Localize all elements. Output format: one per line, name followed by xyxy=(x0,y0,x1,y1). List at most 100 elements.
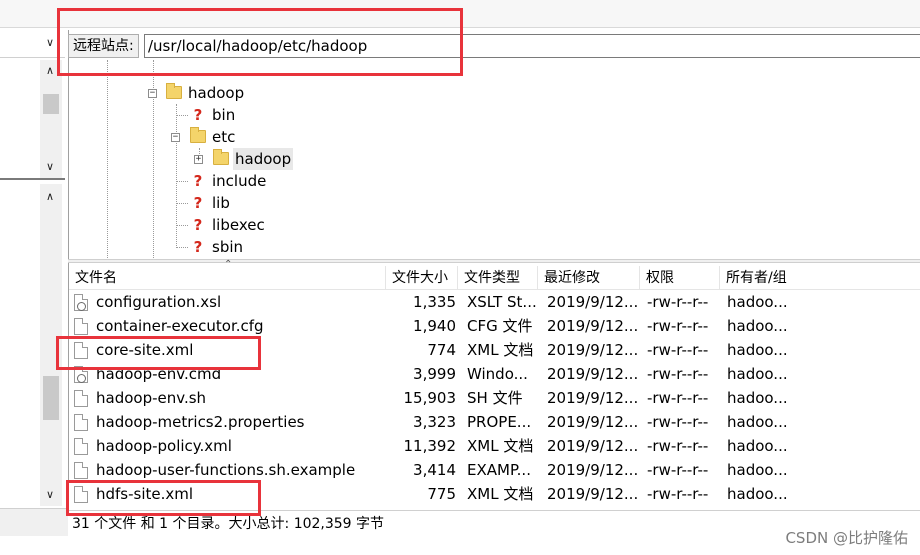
file-row[interactable]: hadoop-env.cmd 3,999 Windo... 2019/9/12.… xyxy=(69,362,920,386)
file-permissions: -rw-r--r-- xyxy=(647,413,709,431)
file-size: 15,903 xyxy=(403,389,457,407)
question-icon: ? xyxy=(193,106,203,124)
question-icon: ? xyxy=(193,172,203,190)
file-type: Windo... xyxy=(467,365,528,383)
file-size: 775 xyxy=(427,485,456,503)
folder-icon xyxy=(166,83,182,99)
file-icon xyxy=(74,438,88,455)
scroll-down-icon[interactable]: ∨ xyxy=(46,488,54,501)
file-owner: hadoo... xyxy=(727,461,788,479)
bottom-margin xyxy=(0,536,920,555)
file-icon xyxy=(74,318,88,335)
column-header-size[interactable]: 文件大小 xyxy=(386,266,458,290)
file-permissions: -rw-r--r-- xyxy=(647,365,709,383)
top-toolbar-strip xyxy=(0,0,920,28)
file-row[interactable]: container-executor.cfg 1,940 CFG 文件 2019… xyxy=(69,314,920,338)
file-icon xyxy=(74,390,88,407)
file-permissions: -rw-r--r-- xyxy=(647,485,709,503)
file-name: hadoop-env.cmd xyxy=(96,365,222,383)
scroll-thumb[interactable] xyxy=(43,94,59,114)
column-header-name[interactable]: 文件名 xyxy=(69,266,386,290)
tree-connector xyxy=(176,181,188,182)
file-name: hdfs-site.xml xyxy=(96,485,194,503)
file-modified: 2019/9/12... xyxy=(547,365,639,383)
file-owner: hadoo... xyxy=(727,413,788,431)
file-owner: hadoo... xyxy=(727,485,788,503)
tree-connector xyxy=(176,247,188,248)
remote-path-input[interactable]: /usr/local/hadoop/etc/hadoop xyxy=(144,34,920,58)
file-owner: hadoo... xyxy=(727,365,788,383)
watermark: CSDN @比护隆佑 xyxy=(785,529,908,547)
file-row[interactable]: core-site.xml 774 XML 文档 2019/9/12... -r… xyxy=(69,338,920,362)
file-row[interactable]: hdfs-site.xml 775 XML 文档 2019/9/12... -r… xyxy=(69,482,920,506)
file-modified: 2019/9/12... xyxy=(547,341,639,359)
remote-pane-splitter[interactable] xyxy=(68,259,920,263)
column-header-modified[interactable]: 最近修改 xyxy=(538,266,640,290)
file-type: XML 文档 xyxy=(467,485,534,503)
file-type: XSLT St... xyxy=(467,293,537,311)
column-header-owner[interactable]: 所有者/组 xyxy=(720,266,920,290)
file-permissions: -rw-r--r-- xyxy=(647,389,709,407)
scroll-up-icon[interactable]: ∧ xyxy=(46,64,54,77)
file-name: hadoop-metrics2.properties xyxy=(96,413,305,431)
file-size: 11,392 xyxy=(403,437,457,455)
folder-icon xyxy=(213,149,229,165)
file-modified: 2019/9/12... xyxy=(547,389,639,407)
file-size: 3,414 xyxy=(413,461,456,479)
file-size: 1,940 xyxy=(413,317,456,335)
file-row[interactable]: hadoop-metrics2.properties 3,323 PROPE..… xyxy=(69,410,920,434)
file-type: CFG 文件 xyxy=(467,317,533,335)
tree-connector xyxy=(176,115,188,116)
scroll-down-icon[interactable]: ∨ xyxy=(46,160,54,173)
file-type: PROPE... xyxy=(467,413,532,431)
file-owner: hadoo... xyxy=(727,341,788,359)
file-name: hadoop-policy.xml xyxy=(96,437,232,455)
file-row[interactable]: hadoop-env.sh 15,903 SH 文件 2019/9/12... … xyxy=(69,386,920,410)
file-type: XML 文档 xyxy=(467,437,534,455)
file-owner: hadoo... xyxy=(727,317,788,335)
file-type: XML 文档 xyxy=(467,341,534,359)
question-icon: ? xyxy=(193,194,203,212)
file-owner: hadoo... xyxy=(727,437,788,455)
question-icon: ? xyxy=(193,216,203,234)
file-name: container-executor.cfg xyxy=(96,317,264,335)
file-permissions: -rw-r--r-- xyxy=(647,341,709,359)
file-icon xyxy=(74,486,88,503)
scroll-up-icon[interactable]: ∧ xyxy=(46,190,54,203)
file-owner: hadoo... xyxy=(727,389,788,407)
local-status-bar xyxy=(0,508,68,536)
file-modified: 2019/9/12... xyxy=(547,413,639,431)
file-modified: 2019/9/12... xyxy=(547,437,639,455)
pane-splitter[interactable] xyxy=(0,178,65,180)
tree-connector xyxy=(176,104,177,248)
column-header-permissions[interactable]: 权限 xyxy=(640,266,720,290)
scroll-thumb[interactable] xyxy=(43,376,59,420)
column-header-type[interactable]: 文件类型 xyxy=(458,266,538,290)
chevron-down-icon[interactable]: ∨ xyxy=(46,36,54,49)
folder-icon xyxy=(190,127,206,143)
file-permissions: -rw-r--r-- xyxy=(647,317,709,335)
file-icon xyxy=(74,414,88,431)
local-list-scrollbar[interactable] xyxy=(40,184,62,506)
local-site-combo[interactable]: ∨ xyxy=(0,32,65,58)
expand-icon[interactable]: + xyxy=(194,155,203,164)
file-list-header: 文件名 文件大小 文件类型 最近修改 权限 所有者/组 xyxy=(69,266,920,290)
file-row[interactable]: configuration.xsl 1,335 XSLT St... 2019/… xyxy=(69,290,920,314)
file-size: 774 xyxy=(427,341,456,359)
remote-site-label: 远程站点: xyxy=(68,34,139,58)
file-row[interactable]: hadoop-policy.xml 11,392 XML 文档 2019/9/1… xyxy=(69,434,920,458)
file-type: SH 文件 xyxy=(467,389,523,407)
file-type: EXAMP... xyxy=(467,461,531,479)
file-modified: 2019/9/12... xyxy=(547,293,639,311)
file-modified: 2019/9/12... xyxy=(547,461,639,479)
file-owner: hadoo... xyxy=(727,293,788,311)
file-name: configuration.xsl xyxy=(96,293,222,311)
xsl-file-icon xyxy=(74,294,88,311)
file-name: hadoop-env.sh xyxy=(96,389,207,407)
tree-connector xyxy=(176,203,188,204)
collapse-icon[interactable]: − xyxy=(171,133,180,142)
cmd-file-icon xyxy=(74,366,88,383)
collapse-icon[interactable]: − xyxy=(148,89,157,98)
file-icon xyxy=(74,342,88,359)
file-row[interactable]: hadoop-user-functions.sh.example 3,414 E… xyxy=(69,458,920,482)
